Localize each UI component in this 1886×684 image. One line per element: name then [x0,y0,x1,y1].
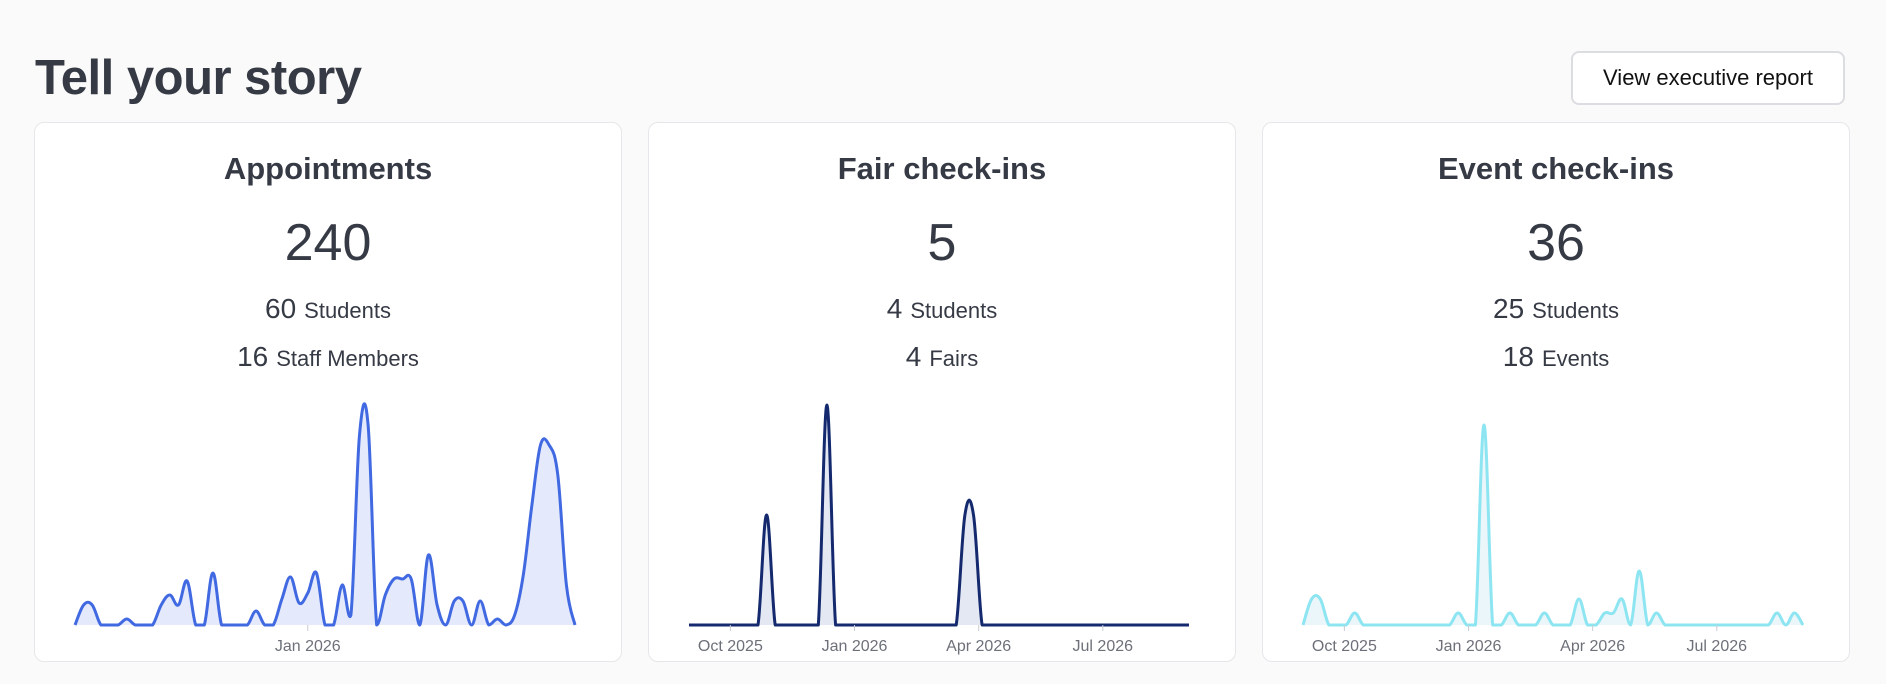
event-check-ins-chart: Oct 2025 Jan 2026 Apr 2026 Jul 2026 [1263,385,1851,655]
stat-row: 16 Staff Members [35,341,621,373]
stat-row: 60 Students [35,293,621,325]
stat-label: Students [1532,298,1619,323]
chart-series-line [73,402,577,627]
stat-value: 18 [1502,341,1534,372]
stat-value: 60 [265,293,297,324]
chart-area-fill [689,405,1189,625]
stat-value: 4 [905,341,922,372]
stat-row: 18 Events [1263,341,1849,373]
view-executive-report-button[interactable]: View executive report [1571,51,1845,105]
appointments-sparkline: Jan 2026 [73,402,577,655]
header: Tell your story View executive report [35,48,1845,108]
page-title: Tell your story [35,51,362,105]
x-tick-label: Jul 2026 [1687,638,1748,655]
event-check-ins-sparkline: Oct 2025 Jan 2026 Apr 2026 Jul 2026 [1301,423,1805,655]
stat-value: 25 [1493,293,1525,324]
x-tick-label: Apr 2026 [1560,638,1625,655]
appointments-chart: Jan 2026 [35,385,623,655]
metric-cards: Appointments 240 60 Students 16 Staff Memb… [34,122,1850,662]
card-total: 36 [1527,214,1585,272]
stat-label: Students [304,298,391,323]
stat-label: Events [1541,346,1610,371]
chart-series-line [1301,423,1805,627]
x-tick-label: Oct 2025 [698,638,763,655]
stat-value: 16 [237,341,269,372]
stat-label: Staff Members [276,346,419,371]
card-title: Appointments [223,151,433,186]
stat-row: 4 Fairs [649,341,1235,373]
card-total: 5 [927,214,957,272]
fair-check-ins-chart: Oct 2025 Jan 2026 Apr 2026 Jul 2026 [649,385,1237,655]
x-tick-label: Jan 2026 [822,638,888,655]
card-title: Fair check-ins [837,151,1047,186]
stat-label: Fairs [929,346,979,371]
x-tick-label: Jan 2026 [275,638,341,655]
fair-check-ins-card: Fair check-ins 5 4 Students 4 Fairs Oct 20… [648,122,1236,662]
chart-area-fill [1303,425,1803,625]
stat-row: 4 Students [649,293,1235,325]
fair-check-ins-sparkline: Oct 2025 Jan 2026 Apr 2026 Jul 2026 [689,403,1189,655]
event-check-ins-card: Event check-ins 36 25 Students 18 Events O… [1262,122,1850,662]
x-tick-label: Jan 2026 [1436,638,1502,655]
page: Tell your story View executive report Ap… [0,0,1886,684]
chart-area-fill [75,403,575,625]
stat-value: 4 [886,293,903,324]
card-title: Event check-ins [1437,151,1675,186]
stat-label: Students [910,298,998,323]
x-tick-label: Oct 2025 [1312,638,1377,655]
appointments-card: Appointments 240 60 Students 16 Staff Memb… [34,122,622,662]
card-total: 240 [284,214,372,272]
stat-row: 25 Students [1263,293,1849,325]
x-tick-label: Jul 2026 [1073,638,1134,655]
x-tick-label: Apr 2026 [946,638,1011,655]
